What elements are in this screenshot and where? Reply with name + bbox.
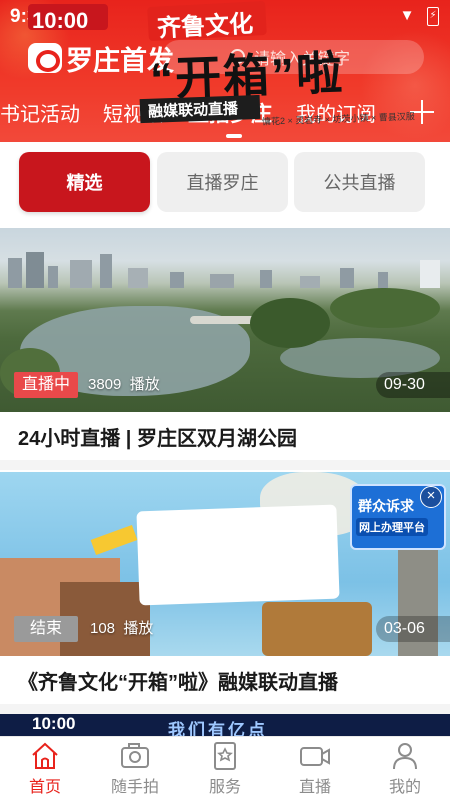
nav-label: 直播 xyxy=(298,779,331,796)
live-status-badge: 直播中 xyxy=(14,372,79,398)
nav-service[interactable]: 服务 xyxy=(180,737,270,800)
trees xyxy=(330,288,440,328)
play-count: 108 播放 xyxy=(90,620,154,637)
floating-ad-subtitle: 网上办理平台 xyxy=(356,518,428,536)
date-badge: 03-06 xyxy=(376,616,450,642)
subtab-featured[interactable]: 精选 xyxy=(19,152,150,212)
close-icon[interactable]: × xyxy=(420,486,442,508)
nav-snapshot[interactable]: 随手拍 xyxy=(90,737,180,800)
divider xyxy=(0,704,450,714)
logo-mark-icon xyxy=(28,43,62,73)
poster-heading: 齐鲁文化 xyxy=(156,10,254,43)
nav-home[interactable]: 首页 xyxy=(0,737,90,800)
nav-profile[interactable]: 我的 xyxy=(360,737,450,800)
channel-tab-secretary[interactable]: 书记活动 xyxy=(0,98,80,127)
floating-ad-title: 群众诉求 xyxy=(358,498,414,514)
poster-banner: 融媒联动直播 xyxy=(147,100,239,121)
subtab-public-live[interactable]: 公共直播 xyxy=(294,152,425,212)
video-icon xyxy=(299,741,331,771)
nav-label: 服务 xyxy=(208,779,241,796)
battery-icon: ⚡ xyxy=(427,7,439,26)
card-title[interactable]: 24小时直播 | 罗庄区双月湖公园 xyxy=(18,422,297,451)
city-skyline xyxy=(0,248,450,288)
sub-tabs: 精选 直播罗庄 公共直播 xyxy=(0,142,450,222)
wifi-icon: ▼ xyxy=(399,7,415,24)
poster-time: 10:00 xyxy=(32,714,76,733)
service-icon xyxy=(209,741,241,771)
play-count: 3809 播放 xyxy=(88,376,160,393)
active-tab-indicator xyxy=(226,134,242,138)
date-badge: 09-30 xyxy=(376,372,450,398)
nav-label: 首页 xyxy=(28,779,61,796)
poster-panel xyxy=(136,504,340,606)
subtab-live-luozhuang[interactable]: 直播罗庄 xyxy=(157,152,288,212)
camera-icon xyxy=(119,741,151,771)
nav-label: 我的 xyxy=(388,779,421,796)
home-icon xyxy=(29,741,61,771)
card-title[interactable]: 《齐鲁文化“开箱”啦》融媒联动直播 xyxy=(18,666,338,695)
user-icon xyxy=(389,741,421,771)
trees xyxy=(250,298,330,348)
treasure-chest-illustration xyxy=(262,602,372,656)
divider xyxy=(0,460,450,470)
ended-status-badge: 结束 xyxy=(14,616,79,642)
nav-live[interactable]: 直播 xyxy=(270,737,360,800)
poster-time: 10:00 xyxy=(32,8,89,33)
nav-label: 随手拍 xyxy=(110,779,159,796)
bottom-navigation: 首页 随手拍 服务 直播 我的 xyxy=(0,736,450,800)
